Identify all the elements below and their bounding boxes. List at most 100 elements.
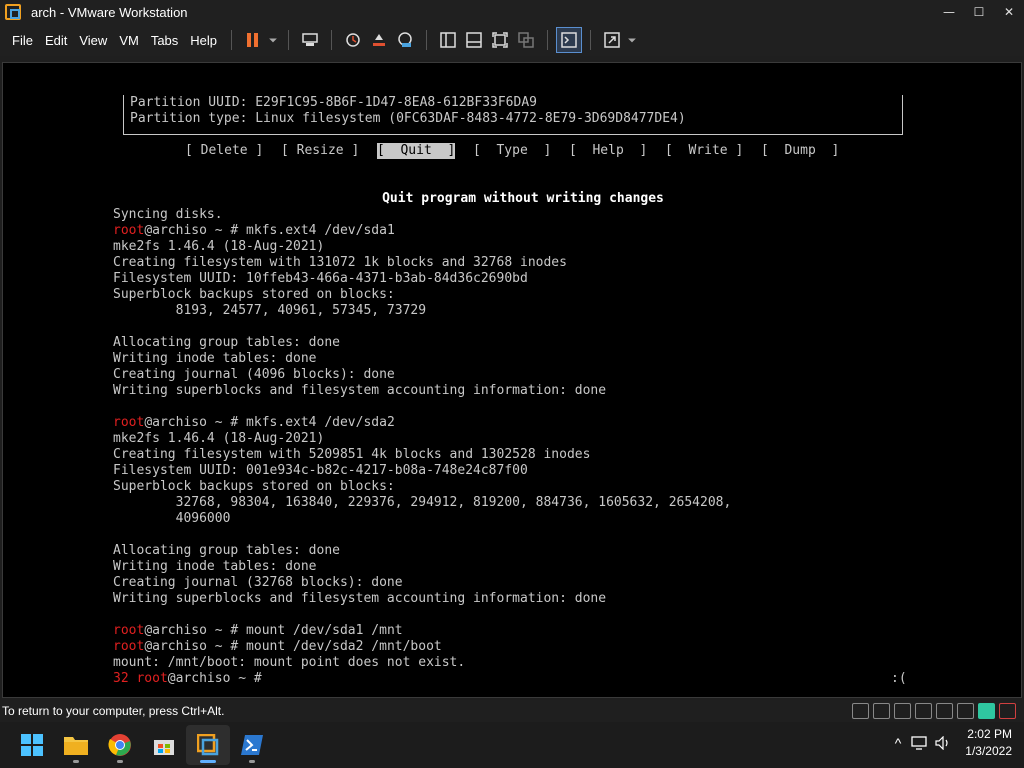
prompt-user: 32 root xyxy=(113,671,168,686)
unity-icon[interactable] xyxy=(513,27,539,53)
chevron-down-icon[interactable] xyxy=(625,27,639,53)
terminal-text: @archiso ~ # mkfs.ext4 /dev/sda2 xyxy=(144,415,395,430)
terminal-line: Writing inode tables: done xyxy=(113,559,731,575)
network-icon[interactable] xyxy=(911,736,927,750)
terminal-text: mke2fs 1.46.4 (18-Aug-2021) xyxy=(113,431,325,446)
vmware-icon xyxy=(197,734,219,756)
terminal-text: Allocating group tables: done xyxy=(113,543,340,558)
sound-icon[interactable] xyxy=(936,703,953,719)
menu-bar: File Edit View VM Tabs Help xyxy=(0,24,1024,56)
terminal-line: Filesystem UUID: 10ffeb43-466a-4371-b3ab… xyxy=(113,271,731,287)
delete-action[interactable]: [ Delete ] xyxy=(185,143,263,159)
terminal-text: Creating filesystem with 5209851 4k bloc… xyxy=(113,447,591,462)
clock[interactable]: 2:02 PM 1/3/2022 xyxy=(965,726,1012,760)
file-explorer-button[interactable] xyxy=(54,725,98,765)
terminal-text: Writing superblocks and filesystem accou… xyxy=(113,591,607,606)
message-icon[interactable] xyxy=(978,703,995,719)
terminal-line: root@archiso ~ # mkfs.ext4 /dev/sda2 xyxy=(113,415,731,431)
dump-action[interactable]: [ Dump ] xyxy=(761,143,839,159)
snapshot-icon[interactable] xyxy=(340,27,366,53)
terminal-line: Syncing disks. xyxy=(113,207,731,223)
terminal-text: mke2fs 1.46.4 (18-Aug-2021) xyxy=(113,239,325,254)
write-action[interactable]: [ Write ] xyxy=(665,143,743,159)
title-bar: arch - VMware Workstation — ☐ ✕ xyxy=(0,0,1024,24)
sidebar-icon[interactable] xyxy=(435,27,461,53)
close-window-button[interactable]: ✕ xyxy=(994,0,1024,24)
clock-date: 1/3/2022 xyxy=(965,744,1012,758)
terminal-text: Creating filesystem with 131072 1k block… xyxy=(113,255,567,270)
terminal-text: 32768, 98304, 163840, 229376, 294912, 81… xyxy=(113,495,732,510)
terminal-text: 4096000 xyxy=(113,511,231,526)
console-view-icon[interactable] xyxy=(556,27,583,53)
quit-action[interactable]: [ Quit ] xyxy=(377,143,456,159)
partition-type: Partition type: Linux filesystem (0FC63D… xyxy=(130,111,686,126)
terminal-line: mke2fs 1.46.4 (18-Aug-2021) xyxy=(113,431,731,447)
terminal-text: Writing inode tables: done xyxy=(113,351,317,366)
terminal-line: Superblock backups stored on blocks: xyxy=(113,287,731,303)
toolbar-separator xyxy=(288,30,290,50)
terminal-line: Writing superblocks and filesystem accou… xyxy=(113,591,731,607)
volume-icon[interactable] xyxy=(935,736,951,750)
snapshot-manager-icon[interactable] xyxy=(392,27,418,53)
terminal-text: Writing superblocks and filesystem accou… xyxy=(113,383,607,398)
minimize-button[interactable]: — xyxy=(934,0,964,24)
thumbnail-bar-icon[interactable] xyxy=(461,27,487,53)
store-icon xyxy=(154,740,174,755)
status-face: :( xyxy=(891,671,907,686)
device-icons xyxy=(852,703,1016,719)
chrome-icon xyxy=(108,734,131,756)
network-icon[interactable] xyxy=(894,703,911,719)
terminal-line: Creating filesystem with 131072 1k block… xyxy=(113,255,731,271)
terminal-text: mount: /mnt/boot: mount point does not e… xyxy=(113,655,466,670)
terminal-line: 4096000 xyxy=(113,511,731,527)
full-screen-icon[interactable] xyxy=(487,27,513,53)
printer-icon[interactable] xyxy=(915,703,932,719)
menu-file[interactable]: File xyxy=(6,33,39,48)
terminal-line: 32 root@archiso ~ # xyxy=(113,671,731,687)
powershell-button[interactable] xyxy=(230,725,274,765)
prompt-user: root xyxy=(113,623,145,638)
terminal-line: root@archiso ~ # mount /dev/sda1 /mnt xyxy=(113,623,731,639)
menu-tabs[interactable]: Tabs xyxy=(145,33,184,48)
menu-view[interactable]: View xyxy=(73,33,113,48)
terminal-text: @archiso ~ # mount /dev/sda1 /mnt xyxy=(144,623,403,638)
vm-console[interactable]: Partition UUID: E29F1C95-8B6F-1D47-8EA8-… xyxy=(2,62,1022,698)
action-hint: Quit program without writing changes xyxy=(382,191,664,206)
terminal-text: Superblock backups stored on blocks: xyxy=(113,479,395,494)
store-button[interactable] xyxy=(142,725,186,765)
stretch-guest-icon[interactable] xyxy=(599,27,625,53)
maximize-button[interactable]: ☐ xyxy=(964,0,994,24)
menu-vm[interactable]: VM xyxy=(113,33,145,48)
pause-icon[interactable] xyxy=(240,27,266,53)
terminal-line: Allocating group tables: done xyxy=(113,543,731,559)
partition-info-box: Partition UUID: E29F1C95-8B6F-1D47-8EA8-… xyxy=(123,95,903,135)
start-button[interactable] xyxy=(10,725,54,765)
type-action[interactable]: [ Type ] xyxy=(473,143,551,159)
menu-edit[interactable]: Edit xyxy=(39,33,73,48)
display-icon[interactable] xyxy=(957,703,974,719)
terminal-line: 8193, 24577, 40961, 57345, 73729 xyxy=(113,303,731,319)
toolbar-separator xyxy=(590,30,592,50)
help-action[interactable]: [ Help ] xyxy=(569,143,647,159)
cd-dvd-icon[interactable] xyxy=(873,703,890,719)
terminal-line: Filesystem UUID: 001e934c-b82c-4217-b08a… xyxy=(113,463,731,479)
chevron-down-icon[interactable] xyxy=(266,27,280,53)
revert-snapshot-icon[interactable] xyxy=(366,27,392,53)
terminal-line: Allocating group tables: done xyxy=(113,335,731,351)
hard-disk-icon[interactable] xyxy=(852,703,869,719)
toolbar-separator xyxy=(426,30,428,50)
terminal-line: Creating filesystem with 5209851 4k bloc… xyxy=(113,447,731,463)
chevron-up-icon[interactable]: ^ xyxy=(895,735,902,751)
terminal-text: Allocating group tables: done xyxy=(113,335,340,350)
toolbar-separator xyxy=(331,30,333,50)
prompt-user: root xyxy=(113,223,145,238)
vmware-app-icon xyxy=(5,4,21,20)
resize-action[interactable]: [ Resize ] xyxy=(281,143,359,159)
menu-help[interactable]: Help xyxy=(184,33,223,48)
unplugged-icon[interactable] xyxy=(999,703,1016,719)
send-ctrl-alt-del-icon[interactable] xyxy=(297,27,323,53)
vmware-taskbar-button[interactable] xyxy=(186,725,230,765)
terminal-line: Writing inode tables: done xyxy=(113,351,731,367)
chrome-button[interactable] xyxy=(98,725,142,765)
